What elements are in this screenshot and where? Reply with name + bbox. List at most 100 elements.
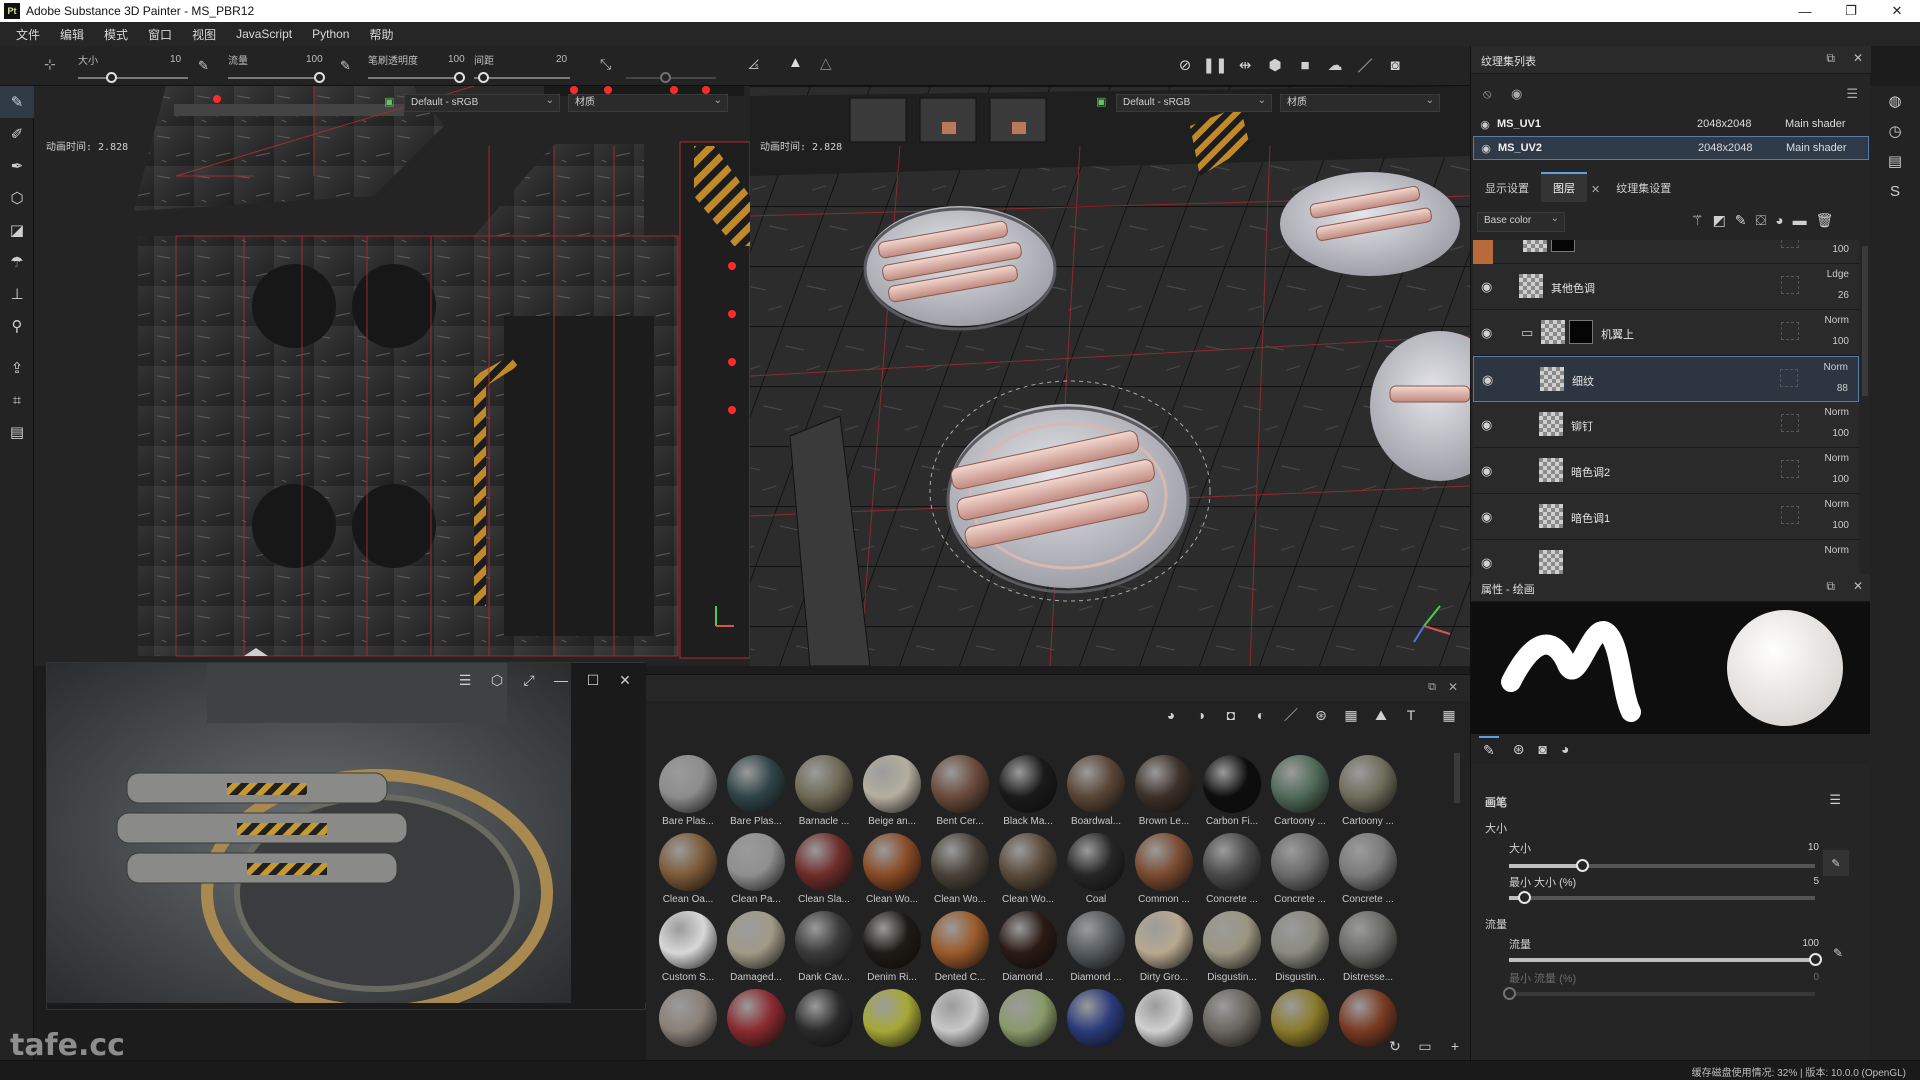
- tool-properties-tab-icon[interactable]: ✎: [1479, 735, 1499, 763]
- lazy-mouse-icon[interactable]: ⤡: [600, 56, 611, 73]
- texture-set-close-icon[interactable]: ✕: [1853, 51, 1863, 66]
- toolbar-flow-slider[interactable]: 流量 100: [228, 50, 328, 83]
- layer-opacity[interactable]: 100: [1832, 336, 1849, 347]
- new-folder-icon[interactable]: ▭: [1410, 1038, 1440, 1055]
- preview-close-icon[interactable]: ✕: [609, 669, 641, 691]
- add-fill-layer-icon[interactable]: ⛋: [1756, 212, 1767, 229]
- split-view-icon[interactable]: ⇹: [1230, 52, 1260, 78]
- filter-environment-icon[interactable]: ⛰: [1366, 703, 1396, 727]
- object-icon[interactable]: ⬢: [1260, 52, 1290, 78]
- material-thumbnail[interactable]: Common ...: [1130, 833, 1198, 911]
- preview-minimize-icon[interactable]: —: [545, 669, 577, 691]
- texture-set-shader[interactable]: Main shader: [1785, 118, 1846, 130]
- shelf-scrollbar[interactable]: [1454, 753, 1460, 803]
- pen-pressure-icon[interactable]: ✎: [198, 58, 209, 74]
- layer-item[interactable]: ◉ 铆钉 Norm 100: [1473, 402, 1859, 448]
- material-thumbnail[interactable]: Barnacle ...: [790, 755, 858, 833]
- properties-float-icon[interactable]: ⧉: [1826, 579, 1835, 594]
- geometry-fill-icon[interactable]: ⬡: [0, 182, 34, 214]
- menu-javascript[interactable]: JavaScript: [226, 27, 302, 41]
- material-thumbnail[interactable]: Cartoony ...: [1334, 755, 1402, 833]
- toolbar-opacity-knob[interactable]: [454, 72, 465, 83]
- min-size-slider-knob[interactable]: [1518, 891, 1532, 904]
- material-thumbnail[interactable]: Bare Plas...: [722, 755, 790, 833]
- layer-item-selected[interactable]: ◉ 细纹 Norm 88: [1473, 356, 1859, 402]
- layer-blend-mode[interactable]: Norm: [1825, 453, 1849, 464]
- layer-mask-thumbnail[interactable]: [1569, 320, 1593, 344]
- floating-preview-window[interactable]: ☰ ⬡ ⤢ — ☐ ✕: [46, 662, 647, 1010]
- size-slider[interactable]: [1509, 859, 1815, 872]
- layer-visibility-icon[interactable]: ◉: [1481, 417, 1492, 433]
- min-size-value[interactable]: 5: [1813, 876, 1819, 887]
- material-thumbnail[interactable]: Concrete ...: [1334, 833, 1402, 911]
- alpha-tab-icon[interactable]: ◙: [1538, 741, 1546, 757]
- preview-camera-icon[interactable]: ⬡: [481, 669, 513, 691]
- brush-menu-icon[interactable]: ☰: [1829, 792, 1841, 808]
- properties-close-icon[interactable]: ✕: [1853, 579, 1863, 594]
- toolbar-flow-knob[interactable]: [314, 72, 325, 83]
- smudge-icon[interactable]: ☂: [0, 246, 34, 278]
- flow-pressure-icon[interactable]: ✎: [1833, 946, 1843, 960]
- stencil-tab-icon[interactable]: ◕: [1561, 741, 1569, 757]
- toolbar-spacing-knob[interactable]: [478, 72, 489, 83]
- layer-opacity[interactable]: 88: [1837, 383, 1848, 394]
- material-thumbnail[interactable]: Diamond ...: [994, 911, 1062, 989]
- log-icon[interactable]: ▤: [1870, 146, 1920, 176]
- layer-visibility-icon[interactable]: ◉: [1481, 555, 1492, 571]
- layer-item[interactable]: 100: [1473, 240, 1859, 264]
- material-thumbnail[interactable]: Disgustin...: [1198, 911, 1266, 989]
- viewer-settings-icon[interactable]: ◍: [1870, 86, 1920, 116]
- menu-help[interactable]: 帮助: [359, 26, 403, 43]
- layer-blend-mode[interactable]: Norm: [1825, 315, 1849, 326]
- toolbar-opacity-slider[interactable]: 笔刷透明度 100: [368, 50, 468, 83]
- 3d-channel-select[interactable]: 材质: [1280, 93, 1440, 112]
- visibility-eye-icon[interactable]: ◉: [1473, 118, 1497, 131]
- material-thumbnail[interactable]: Disgustin...: [1266, 911, 1334, 989]
- material-thumbnail[interactable]: Clean Oa...: [654, 833, 722, 911]
- layer-opacity[interactable]: 100: [1832, 520, 1849, 531]
- shelf-close-icon[interactable]: ✕: [1448, 680, 1458, 694]
- add-resource-icon[interactable]: +: [1440, 1038, 1470, 1054]
- delete-layer-icon[interactable]: 🗑: [1816, 212, 1834, 229]
- channel-select[interactable]: Base color: [1477, 211, 1565, 232]
- material-tab-icon[interactable]: ⊛: [1513, 741, 1525, 758]
- material-thumbnail[interactable]: Cartoony ...: [1266, 755, 1334, 833]
- tab-display-settings[interactable]: 显示设置: [1473, 174, 1541, 202]
- filter-textures-icon[interactable]: ▦: [1336, 703, 1366, 727]
- material-thumbnail[interactable]: Clean Pa...: [722, 833, 790, 911]
- refresh-icon[interactable]: ↻: [1380, 1038, 1410, 1055]
- layer-visibility-icon[interactable]: ◉: [1481, 509, 1492, 525]
- material-thumbnail[interactable]: Black Ma...: [994, 755, 1062, 833]
- layer-item[interactable]: ◉ 其他色调 Ldge 26: [1473, 264, 1859, 310]
- uv-viewport[interactable]: 动画时间: 2.828 Default - sRGB ▣ 材质: [34, 86, 750, 666]
- menu-file[interactable]: 文件: [6, 26, 50, 43]
- layer-blend-mode[interactable]: Norm: [1824, 362, 1848, 373]
- flow-slider[interactable]: [1509, 953, 1822, 966]
- material-thumbnail[interactable]: Dented C...: [926, 911, 994, 989]
- material-thumbnail[interactable]: Boardwal...: [1062, 755, 1130, 833]
- texture-set-menu-icon[interactable]: ☰: [1846, 86, 1858, 102]
- close-icon[interactable]: ✕: [1874, 0, 1920, 22]
- pause-icon[interactable]: ❚❚: [1200, 52, 1230, 78]
- material-thumbnail[interactable]: Bare Plas...: [654, 755, 722, 833]
- menu-view[interactable]: 视图: [182, 26, 226, 43]
- layer-mask-thumbnail[interactable]: [1551, 240, 1575, 252]
- add-smart-mask-icon[interactable]: ◕: [1775, 212, 1783, 229]
- restore-icon[interactable]: ❐: [1828, 0, 1874, 22]
- history-icon[interactable]: ◷: [1870, 116, 1920, 146]
- material-thumbnail[interactable]: Brown Le...: [1130, 755, 1198, 833]
- toolbar-size-knob[interactable]: [106, 72, 117, 83]
- preview-fullscreen-icon[interactable]: ⤢: [513, 669, 545, 691]
- bake-icon[interactable]: ⇪: [0, 352, 34, 384]
- tab-texture-set-settings[interactable]: 纹理集设置: [1604, 174, 1683, 202]
- size-value[interactable]: 10: [1808, 842, 1819, 853]
- material-thumbnail[interactable]: Carbon Fi...: [1198, 755, 1266, 833]
- mirror-alt-icon[interactable]: △: [820, 54, 832, 72]
- material-thumbnail[interactable]: Dirty Gro...: [1130, 911, 1198, 989]
- render-mode-icon[interactable]: ☁: [1320, 52, 1350, 78]
- add-folder-icon[interactable]: ▬: [1793, 212, 1807, 229]
- material-thumbnail[interactable]: Denim Ri...: [858, 911, 926, 989]
- material-thumbnail[interactable]: Clean Wo...: [994, 833, 1062, 911]
- material-thumbnail[interactable]: Beige an...: [858, 755, 926, 833]
- camera-icon[interactable]: ■: [1290, 52, 1320, 78]
